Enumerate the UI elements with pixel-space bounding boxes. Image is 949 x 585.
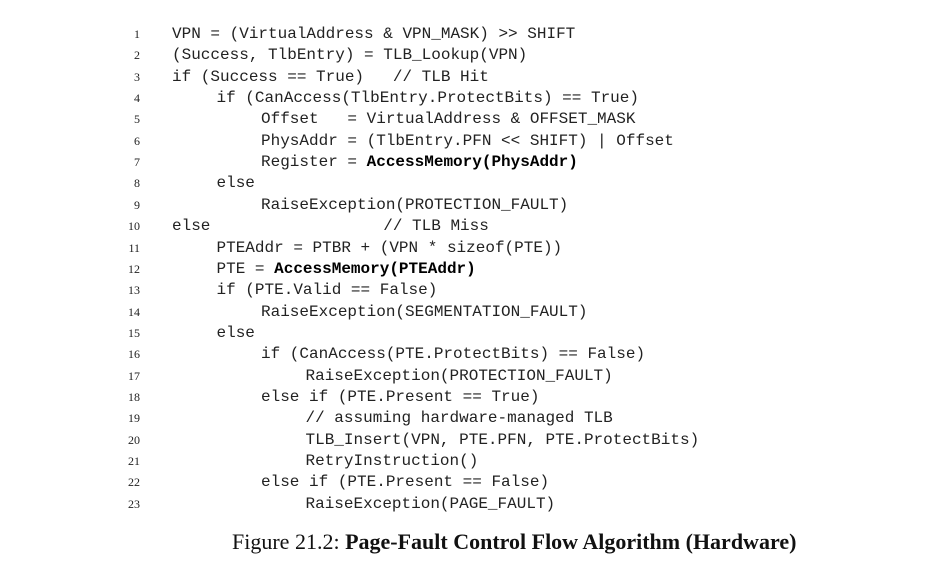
code-line: 17 RaiseException(PROTECTION_FAULT)	[0, 365, 949, 387]
code-segment: PTE =	[216, 259, 275, 278]
code-line: 3 if (Success == True) // TLB Hit	[0, 66, 949, 88]
code-text: // assuming hardware-managed TLB	[306, 407, 613, 429]
code-line: 12 PTE = AccessMemory(PTEAddr)	[0, 258, 949, 280]
code-text: else if (PTE.Present == True)	[261, 386, 539, 408]
line-number: 9	[134, 197, 140, 212]
code-text: Register = AccessMemory(PhysAddr)	[261, 151, 578, 173]
line-number: 22	[128, 475, 140, 490]
line-number: 13	[128, 283, 140, 298]
line-number: 5	[134, 112, 140, 127]
line-number: 10	[128, 219, 140, 234]
code-segment: if (CanAccess(TlbEntry.ProtectBits) == T…	[216, 89, 639, 108]
code-line: 9 RaiseException(PROTECTION_FAULT)	[0, 194, 949, 216]
line-number: 23	[128, 496, 140, 511]
code-text: if (PTE.Valid == False)	[217, 279, 438, 301]
line-number: 14	[128, 304, 140, 319]
figure-caption: Figure 21.2: Page-Fault Control Flow Alg…	[232, 527, 796, 557]
code-segment: else // TLB Miss	[172, 217, 489, 236]
code-text: PTE = AccessMemory(PTEAddr)	[217, 258, 476, 280]
code-text: RaiseException(PAGE_FAULT)	[306, 493, 556, 515]
code-segment: else	[216, 174, 255, 193]
code-text: (Success, TlbEntry) = TLB_Lookup(VPN)	[172, 44, 527, 66]
code-segment: else if (PTE.Present == False)	[261, 473, 550, 492]
line-number: 21	[128, 454, 140, 468]
code-segment: RaiseException(PROTECTION_FAULT)	[261, 195, 569, 214]
line-number: 2	[134, 48, 140, 63]
line-number: 7	[134, 155, 140, 170]
code-line: 23 RaiseException(PAGE_FAULT)	[0, 493, 949, 515]
code-line: 21 RetryInstruction()	[0, 450, 949, 472]
code-text: VPN = (VirtualAddress & VPN_MASK) >> SHI…	[172, 23, 575, 45]
code-segment: else if (PTE.Present == True)	[261, 387, 540, 406]
code-line: 18 else if (PTE.Present == True)	[0, 386, 949, 408]
code-segment: (Success, TlbEntry) = TLB_Lookup(VPN)	[172, 46, 528, 65]
code-line: 2 (Success, TlbEntry) = TLB_Lookup(VPN)	[0, 44, 949, 66]
code-segment: RaiseException(PROTECTION_FAULT)	[305, 366, 613, 385]
code-line: 1 VPN = (VirtualAddress & VPN_MASK) >> SH…	[0, 23, 949, 45]
code-line: 11 PTEAddr = PTBR + (VPN * sizeof(PTE))	[0, 237, 949, 259]
code-text: else	[217, 322, 255, 344]
code-segment: else	[216, 323, 255, 342]
line-number: 1	[134, 27, 140, 41]
code-segment: RaiseException(SEGMENTATION_FAULT)	[261, 302, 588, 321]
code-segment: Offset = VirtualAddress & OFFSET_MASK	[261, 110, 636, 129]
code-text: TLB_Insert(VPN, PTE.PFN, PTE.ProtectBits…	[306, 429, 700, 451]
line-number: 8	[134, 176, 140, 191]
code-text: RaiseException(SEGMENTATION_FAULT)	[261, 301, 587, 323]
code-text: else if (PTE.Present == False)	[261, 471, 549, 493]
code-line: 20 TLB_Insert(VPN, PTE.PFN, PTE.ProtectBi…	[0, 429, 949, 451]
line-number: 6	[134, 133, 140, 148]
code-text: Offset = VirtualAddress & OFFSET_MASK	[261, 108, 635, 130]
code-text: RetryInstruction()	[306, 450, 479, 472]
code-text: RaiseException(PROTECTION_FAULT)	[261, 194, 568, 216]
code-segment: VPN = (VirtualAddress & VPN_MASK) >> SHI…	[172, 25, 576, 43]
code-text: RaiseException(PROTECTION_FAULT)	[306, 365, 613, 387]
code-line: 15 else	[0, 322, 949, 344]
line-number: 15	[128, 325, 140, 340]
line-number: 19	[128, 411, 140, 426]
line-number: 18	[128, 389, 140, 404]
code-text: else // TLB Miss	[172, 215, 489, 237]
code-line: 4 if (CanAccess(TlbEntry.ProtectBits) == …	[0, 87, 949, 109]
code-text: if (CanAccess(TlbEntry.ProtectBits) == T…	[217, 87, 639, 109]
code-segment: if (PTE.Valid == False)	[216, 281, 438, 300]
code-bold-segment: AccessMemory(PhysAddr)	[366, 153, 578, 172]
code-segment: if (Success == True) // TLB Hit	[172, 67, 489, 86]
code-text: PhysAddr = (TlbEntry.PFN << SHIFT) | Off…	[261, 130, 674, 152]
code-line: 16 if (CanAccess(PTE.ProtectBits) == Fals…	[0, 343, 949, 365]
code-line: 22 else if (PTE.Present == False)	[0, 471, 949, 493]
code-line: 6 PhysAddr = (TlbEntry.PFN << SHIFT) | Of…	[0, 130, 949, 152]
code-line: 7 Register = AccessMemory(PhysAddr)	[0, 151, 949, 173]
code-line: 19 // assuming hardware-managed TLB	[0, 407, 949, 429]
code-text: if (Success == True) // TLB Hit	[172, 66, 489, 88]
line-number: 17	[128, 368, 140, 383]
code-text: PTEAddr = PTBR + (VPN * sizeof(PTE))	[217, 237, 563, 259]
code-line: 14 RaiseException(SEGMENTATION_FAULT)	[0, 301, 949, 323]
code-text: if (CanAccess(PTE.ProtectBits) == False)	[261, 343, 645, 365]
line-number: 3	[134, 69, 140, 84]
line-number: 12	[128, 261, 140, 276]
code-listing: 1 VPN = (VirtualAddress & VPN_MASK) >> SH…	[0, 0, 949, 520]
line-number: 4	[134, 91, 140, 106]
code-segment: TLB_Insert(VPN, PTE.PFN, PTE.ProtectBits…	[305, 430, 700, 449]
code-line: 8 else	[0, 172, 949, 194]
code-segment: PhysAddr = (TlbEntry.PFN << SHIFT) | Off…	[261, 131, 674, 150]
code-line: 5 Offset = VirtualAddress & OFFSET_MASK	[0, 108, 949, 130]
caption-title: Page-Fault Control Flow Algorithm (Hardw…	[345, 529, 797, 554]
code-segment: if (CanAccess(PTE.ProtectBits) == False)	[261, 345, 646, 364]
code-segment: Register =	[261, 153, 367, 172]
caption-label: Figure 21.2:	[232, 529, 346, 554]
code-bold-segment: AccessMemory(PTEAddr)	[274, 259, 476, 278]
code-line: 10 else // TLB Miss	[0, 215, 949, 237]
code-segment: // assuming hardware-managed TLB	[305, 409, 613, 428]
code-segment: RetryInstruction()	[305, 452, 479, 470]
line-number: 20	[128, 432, 140, 447]
code-segment: RaiseException(PAGE_FAULT)	[305, 494, 556, 513]
line-number: 16	[128, 347, 140, 362]
line-number: 11	[128, 240, 140, 255]
code-segment: PTEAddr = PTBR + (VPN * sizeof(PTE))	[216, 238, 563, 257]
code-line: 13 if (PTE.Valid == False)	[0, 279, 949, 301]
code-text: else	[217, 172, 255, 194]
